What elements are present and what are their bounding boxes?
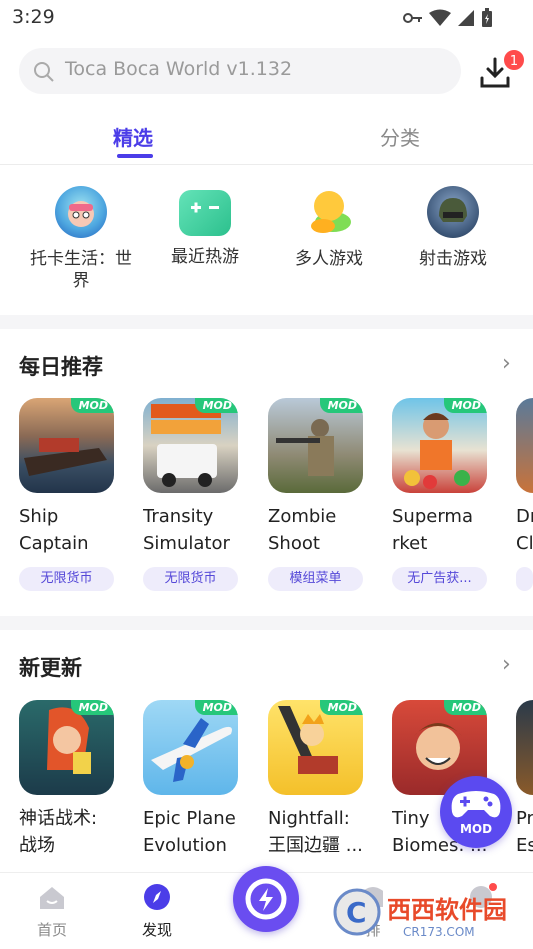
game-name: Ship Captain S... xyxy=(19,506,89,554)
mod-badge: MOD xyxy=(194,398,238,413)
category-label: 射击游戏 xyxy=(419,249,487,269)
mod-fab[interactable]: MOD xyxy=(440,776,512,848)
game-card[interactable]: MOD Zombie Shoot Ou... 模组菜单 xyxy=(268,398,368,595)
search-placeholder: Toca Boca World v1.132 xyxy=(65,58,293,80)
download-badge: 1 xyxy=(502,48,526,72)
watermark-logo: C 西西软件园 CR173.COM xyxy=(333,880,513,942)
game-card[interactable]: MOD Transity Simulator 无限货币 xyxy=(143,398,243,595)
nav-discover[interactable]: 发现 xyxy=(127,883,187,940)
svg-text:C: C xyxy=(346,896,367,929)
category-shooter[interactable]: 射击游戏 xyxy=(398,186,508,270)
game-card[interactable]: MOD Ship Captain S... 无限货币 xyxy=(19,398,119,595)
section-separator xyxy=(0,315,533,329)
game-thumbnail: MOD xyxy=(19,700,114,795)
mod-badge: MOD xyxy=(319,700,363,715)
search-icon xyxy=(34,62,54,82)
center-action-button[interactable] xyxy=(233,866,299,932)
game-thumbnail: MOD xyxy=(143,700,238,795)
status-icons xyxy=(403,8,493,28)
wifi-icon xyxy=(429,9,451,26)
game-card[interactable]: Dr Cl xyxy=(516,398,533,595)
game-name: Pr Es xyxy=(516,808,533,856)
toca-avatar-icon xyxy=(55,186,107,238)
section-separator xyxy=(0,616,533,630)
game-thumbnail: MOD xyxy=(143,398,238,493)
category-hot[interactable]: 最近热游 xyxy=(150,186,260,268)
game-tag xyxy=(516,567,533,591)
chevron-right-icon[interactable]: › xyxy=(502,652,511,677)
game-thumbnail: MOD xyxy=(268,398,363,493)
category-multiplayer[interactable]: 多人游戏 xyxy=(274,186,384,270)
chevron-right-icon[interactable]: › xyxy=(502,351,511,376)
signal-icon xyxy=(458,10,474,26)
lightning-icon xyxy=(245,878,287,920)
game-tag: 无限货币 xyxy=(143,567,238,591)
game-card[interactable]: MOD Superma rket Food... 无广告获... xyxy=(392,398,492,595)
game-name: Superma rket Food... xyxy=(392,506,473,554)
top-tabs: 精选 分类 xyxy=(0,118,533,165)
tab-categories[interactable]: 分类 xyxy=(380,122,420,151)
game-name: Transity Simulator xyxy=(143,506,230,554)
nav-discover-label: 发现 xyxy=(141,921,172,939)
mod-fab-label: MOD xyxy=(459,822,493,836)
game-name: Epic Plane Evolution xyxy=(143,808,236,856)
mod-badge: MOD xyxy=(443,700,487,715)
download-button[interactable]: 1 xyxy=(478,48,526,92)
status-time: 3:29 xyxy=(12,6,55,28)
search-bar[interactable]: Toca Boca World v1.132 xyxy=(19,48,461,94)
game-card[interactable]: MOD Nightfall: 王国边疆 ... xyxy=(268,700,368,859)
game-tag: 无广告获... xyxy=(392,567,487,591)
game-thumbnail: MOD xyxy=(268,700,363,795)
updates-section-title: 新更新 xyxy=(19,656,82,680)
game-card[interactable]: MOD Epic Plane Evolution xyxy=(143,700,243,859)
status-bar: 3:29 xyxy=(0,0,533,36)
mod-badge: MOD xyxy=(70,700,114,715)
game-card[interactable]: MOD 神话战术: 战场 xyxy=(19,700,119,859)
mod-badge: MOD xyxy=(319,398,363,413)
watermark-brand: 西西软件园 xyxy=(387,896,507,924)
category-toca[interactable]: 托卡生活：世界 xyxy=(26,186,136,292)
multiplayer-icon xyxy=(303,186,355,238)
category-row: 托卡生活：世界 最近热游 多人游戏 射击游戏 xyxy=(0,180,533,310)
tab-featured[interactable]: 精选 xyxy=(113,122,153,151)
game-name: 神话战术: 战场 xyxy=(19,808,98,856)
tab-indicator xyxy=(117,154,153,158)
game-name: Dr Cl xyxy=(516,506,533,554)
mod-badge: MOD xyxy=(443,398,487,413)
game-thumbnail: MOD xyxy=(392,398,487,493)
watermark-url: CR173.COM xyxy=(403,925,475,939)
gamepad-icon xyxy=(179,190,231,236)
shooter-helmet-icon xyxy=(427,186,479,238)
game-card[interactable]: Pr Es xyxy=(516,700,533,859)
category-label: 最近热游 xyxy=(171,247,239,267)
game-thumbnail xyxy=(516,398,533,493)
mod-badge: MOD xyxy=(70,398,114,413)
daily-section-title: 每日推荐 xyxy=(19,355,103,379)
game-name: Nightfall: 王国边疆 ... xyxy=(268,808,363,856)
nav-home[interactable]: 首页 xyxy=(22,883,82,940)
game-name: Zombie Shoot Ou... xyxy=(268,506,337,554)
key-icon xyxy=(403,13,422,23)
mod-badge: MOD xyxy=(194,700,238,715)
game-thumbnail xyxy=(516,700,533,795)
game-thumbnail: MOD xyxy=(19,398,114,493)
home-icon xyxy=(40,887,64,909)
compass-icon xyxy=(144,884,170,910)
category-label: 托卡生活：世界 xyxy=(30,249,132,291)
nav-home-label: 首页 xyxy=(36,921,67,939)
category-label: 多人游戏 xyxy=(295,249,363,269)
game-tag: 模组菜单 xyxy=(268,567,363,591)
game-tag: 无限货币 xyxy=(19,567,114,591)
battery-icon xyxy=(482,8,492,27)
